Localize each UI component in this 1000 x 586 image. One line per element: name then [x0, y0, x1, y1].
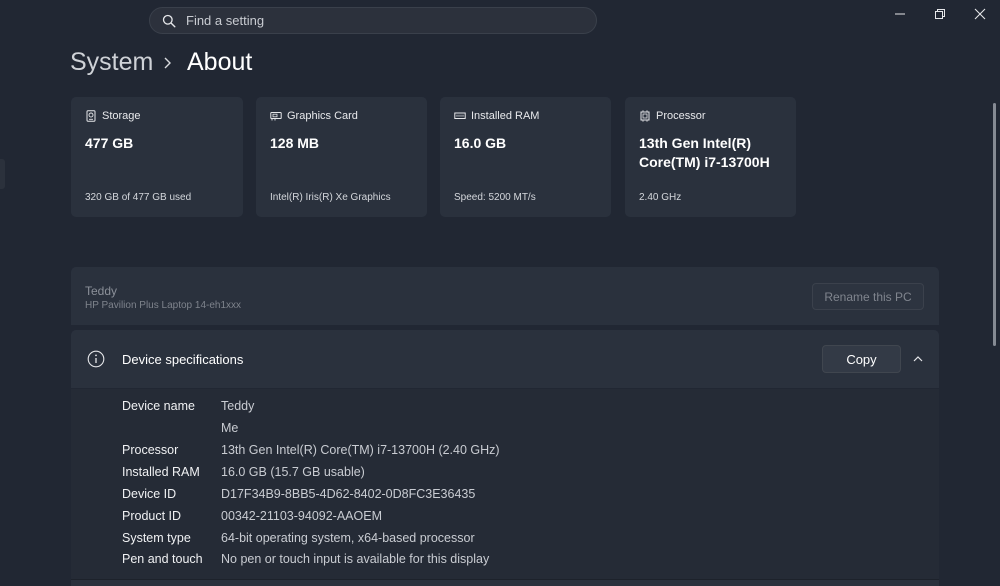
card-value: 477 GB: [85, 135, 134, 151]
spec-value: D17F34B9-8BB5-4D62-8402-0D8FC3E36435: [221, 487, 476, 501]
card-subtext: Intel(R) Iris(R) Xe Graphics: [270, 192, 391, 203]
spec-value: 00342-21103-94092-AAOEM: [221, 509, 382, 523]
page-title: About: [187, 48, 253, 76]
restore-button[interactable]: [928, 4, 952, 24]
spec-value: Teddy: [221, 399, 255, 413]
spec-label: Device name: [122, 399, 195, 413]
navigation-pane-edge[interactable]: [0, 159, 5, 189]
spec-value: Me: [221, 421, 239, 435]
card-title: Processor: [656, 110, 706, 122]
section-title: Device specifications: [122, 352, 244, 367]
card-value: 128 MB: [270, 135, 320, 151]
restore-icon: [935, 9, 945, 19]
card-title: Storage: [102, 110, 141, 122]
minimize-button[interactable]: [888, 4, 912, 24]
storage-card[interactable]: Storage 477 GB 320 GB of 477 GB used: [71, 97, 243, 217]
minimize-icon: [895, 13, 905, 15]
chevron-up-icon[interactable]: [911, 352, 925, 366]
card-value: 13th Gen Intel(R) Core(TM) i7-13700H: [639, 135, 770, 170]
info-icon: [87, 350, 105, 368]
next-section-edge: [71, 579, 939, 586]
spec-value: 64-bit operating system, x64-based proce…: [221, 531, 475, 545]
search-box[interactable]: [149, 7, 597, 34]
card-subtext: 2.40 GHz: [639, 192, 682, 203]
ram-icon: [454, 112, 466, 119]
spec-label: Pen and touch: [122, 552, 203, 566]
pc-name: Teddy: [85, 284, 118, 298]
processor-card[interactable]: Processor 13th Gen Intel(R) Core(TM) i7-…: [625, 97, 796, 217]
card-title: Installed RAM: [471, 110, 540, 122]
pc-name-panel: Teddy HP Pavilion Plus Laptop 14-eh1xxx …: [71, 267, 939, 325]
search-icon: [162, 14, 176, 28]
rename-pc-button[interactable]: Rename this PC: [812, 283, 924, 310]
close-icon: [974, 8, 986, 20]
pc-model: HP Pavilion Plus Laptop 14-eh1xxx: [85, 300, 242, 311]
card-subtext: Speed: 5200 MT/s: [454, 192, 536, 203]
chevron-right-icon: [164, 57, 171, 69]
graphics-card-icon: [270, 112, 282, 121]
close-button[interactable]: [968, 4, 992, 24]
card-value: 16.0 GB: [454, 135, 507, 151]
spec-label: Product ID: [122, 509, 182, 523]
spec-label: Device ID: [122, 487, 177, 501]
vertical-scrollbar[interactable]: [993, 103, 996, 346]
device-specifications-header[interactable]: Device specifications Copy: [71, 330, 939, 388]
spec-label: Processor: [122, 443, 179, 457]
spec-value: 13th Gen Intel(R) Core(TM) i7-13700H (2.…: [221, 443, 500, 457]
breadcrumb-system[interactable]: System: [70, 48, 153, 77]
card-subtext: 320 GB of 477 GB used: [85, 192, 192, 203]
spec-label: System type: [122, 531, 191, 545]
card-title: Graphics Card: [287, 110, 358, 122]
spec-label: Installed RAM: [122, 465, 200, 479]
graphics-card-card[interactable]: Graphics Card 128 MB Intel(R) Iris(R) Xe…: [256, 97, 427, 217]
spec-value: No pen or touch input is available for t…: [221, 552, 490, 566]
copy-button[interactable]: Copy: [822, 345, 901, 373]
spec-value: 16.0 GB (15.7 GB usable): [221, 465, 365, 479]
processor-icon: [640, 110, 650, 122]
search-input[interactable]: [186, 13, 566, 28]
installed-ram-card[interactable]: Installed RAM 16.0 GB Speed: 5200 MT/s: [440, 97, 611, 217]
device-specifications-list: Device name Teddy Me Processor 13th Gen …: [71, 389, 939, 579]
storage-icon: [86, 110, 96, 122]
